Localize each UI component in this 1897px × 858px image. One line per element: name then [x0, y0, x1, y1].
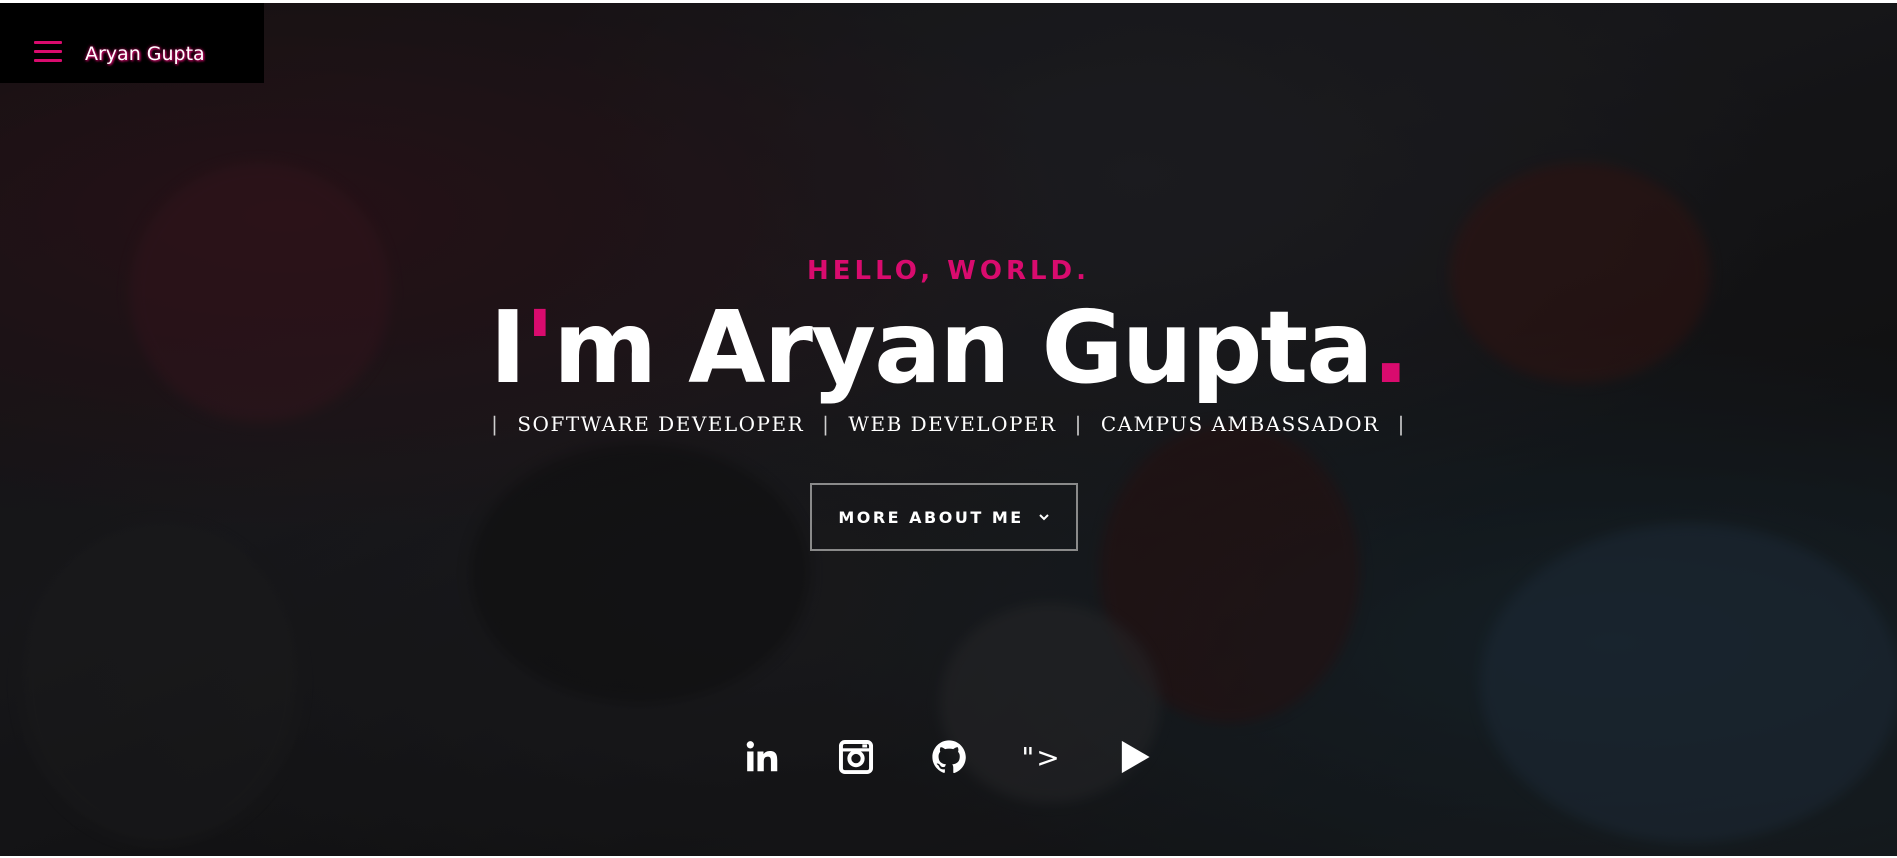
top-nav: Aryan Gupta	[0, 3, 264, 83]
hamburger-icon[interactable]	[34, 41, 62, 63]
instagram-icon[interactable]	[809, 732, 902, 782]
social-links: ">	[0, 732, 1897, 782]
role-software-developer: SOFTWARE DEVELOPER	[517, 412, 805, 436]
role-campus-ambassador: CAMPUS AMBASSADOR	[1100, 412, 1380, 436]
role-separator: |	[1074, 412, 1083, 436]
greeting-text: HELLO, WORLD.	[806, 256, 1091, 286]
role-web-developer: WEB DEVELOPER	[848, 412, 1057, 436]
role-separator: |	[491, 412, 500, 436]
linkedin-icon[interactable]	[716, 732, 809, 782]
github-icon[interactable]	[902, 732, 995, 782]
page-title: I'm Aryan Gupta.	[0, 288, 1897, 408]
roles-line: | SOFTWARE DEVELOPER | WEB DEVELOPER | C…	[0, 412, 1897, 436]
play-icon[interactable]	[1088, 732, 1181, 782]
code-text-link[interactable]: ">	[995, 732, 1088, 782]
more-about-me-label: MORE ABOUT ME	[838, 507, 1024, 527]
role-separator: |	[1397, 412, 1406, 436]
brand-name[interactable]: Aryan Gupta	[85, 43, 205, 65]
headline-dot: .	[1371, 289, 1410, 406]
page: Aryan Gupta HELLO, WORLD. I'm Aryan Gupt…	[0, 0, 1897, 858]
more-about-me-button[interactable]: MORE ABOUT ME	[810, 483, 1078, 551]
headline-apostrophe: '	[524, 289, 556, 406]
code-text: ">	[1021, 740, 1062, 774]
headline-prefix: I	[489, 289, 526, 406]
headline-main: m Aryan Gupta	[553, 289, 1374, 406]
role-separator: |	[822, 412, 831, 436]
chevron-down-icon	[1038, 514, 1049, 521]
